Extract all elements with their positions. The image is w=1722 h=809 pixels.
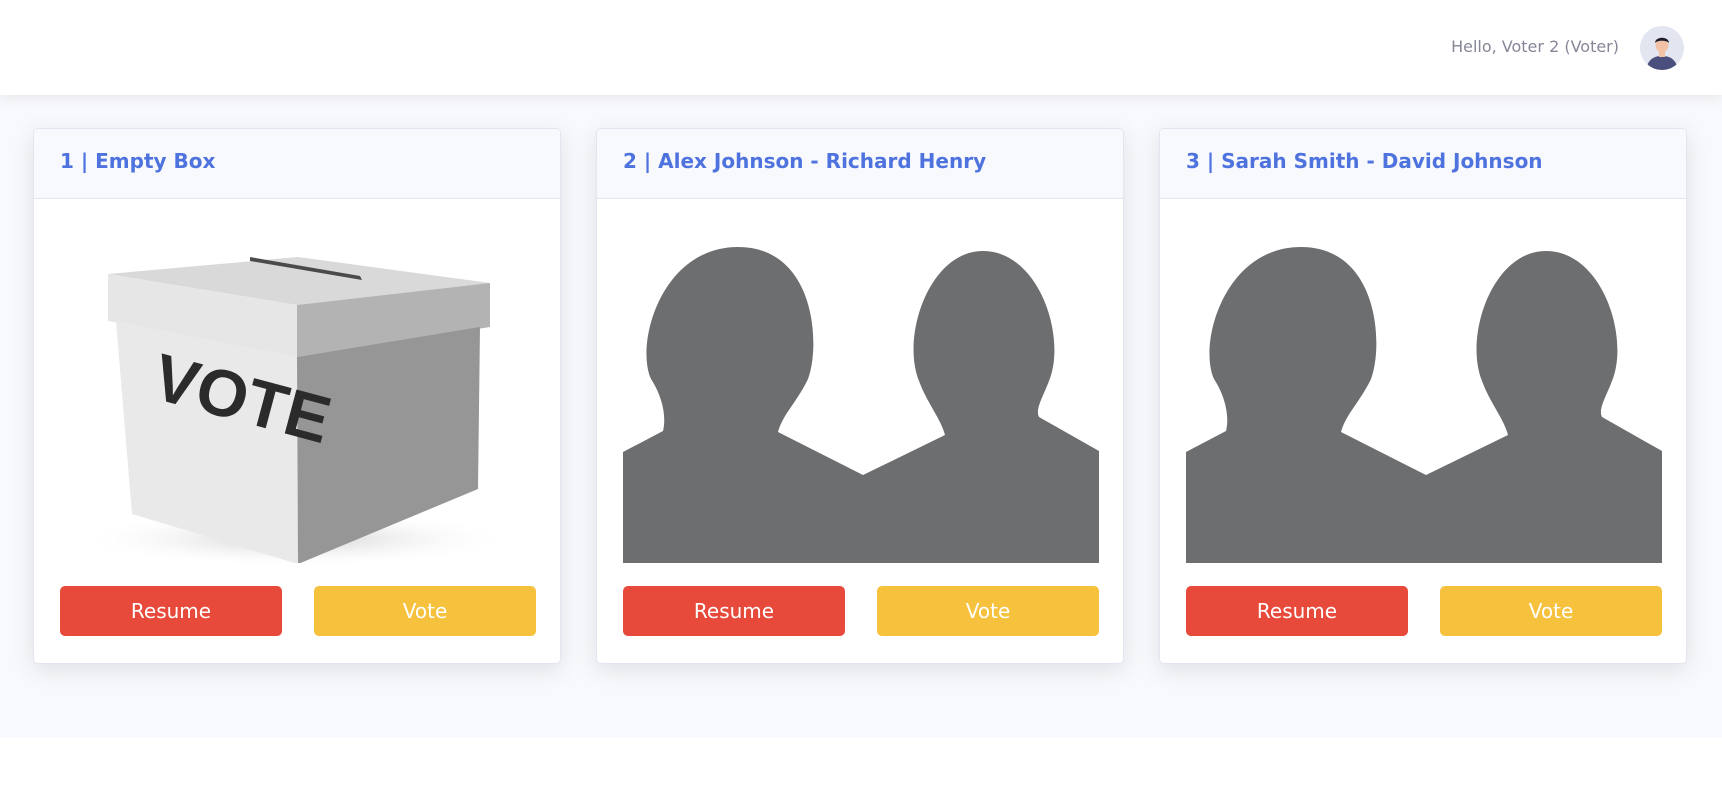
vote-button[interactable]: Vote — [877, 586, 1099, 636]
resume-button[interactable]: Resume — [623, 586, 845, 636]
resume-button[interactable]: Resume — [1186, 586, 1408, 636]
vote-button[interactable]: Vote — [1440, 586, 1662, 636]
candidates-silhouette-image — [1186, 219, 1662, 563]
card-header: 1 | Empty Box — [34, 129, 560, 199]
ballot-box-image: VOTE — [60, 219, 536, 563]
card-title: 3 | Sarah Smith - David Johnson — [1186, 149, 1543, 173]
user-greeting[interactable]: Hello, Voter 2 (Voter) — [1451, 37, 1619, 56]
resume-button[interactable]: Resume — [60, 586, 282, 636]
vote-button[interactable]: Vote — [314, 586, 536, 636]
candidate-card: 3 | Sarah Smith - David Johnson Resume V… — [1159, 128, 1687, 664]
top-navbar: Hello, Voter 2 (Voter) — [0, 0, 1722, 95]
card-header: 3 | Sarah Smith - David Johnson — [1160, 129, 1686, 199]
user-avatar-icon[interactable] — [1640, 26, 1684, 70]
candidate-card: 2 | Alex Johnson - Richard Henry Resume … — [596, 128, 1124, 664]
card-header: 2 | Alex Johnson - Richard Henry — [597, 129, 1123, 199]
candidates-silhouette-image — [623, 219, 1099, 563]
card-title: 1 | Empty Box — [60, 149, 216, 173]
main-content: 1 | Empty Box VOTE Resume Vote 2 | Alex … — [0, 95, 1722, 738]
card-title: 2 | Alex Johnson - Richard Henry — [623, 149, 987, 173]
candidate-card: 1 | Empty Box VOTE Resume Vote — [33, 128, 561, 664]
